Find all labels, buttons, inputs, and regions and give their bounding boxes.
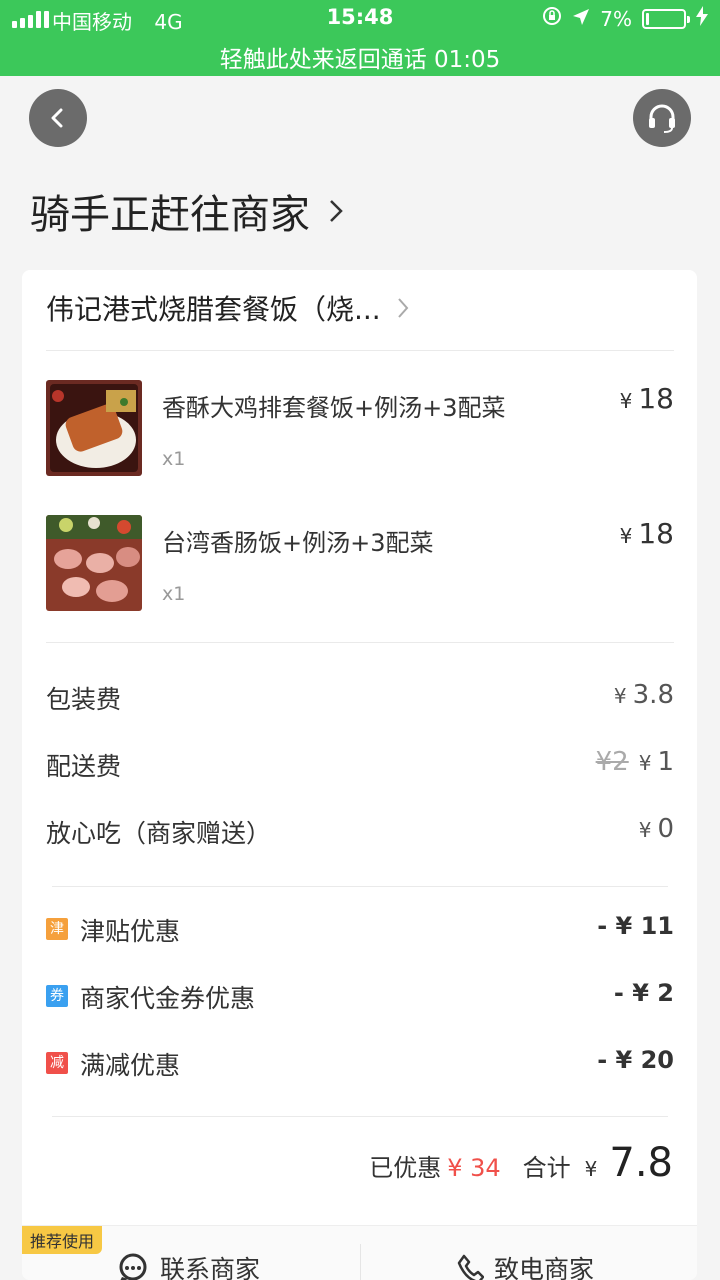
headset-icon — [649, 104, 675, 133]
fee-value: ¥0 — [638, 814, 674, 844]
divider — [52, 1116, 668, 1117]
discount-row-full-reduction: 减 满减优惠 - ¥ 20 — [46, 1046, 674, 1082]
item-price-value: 18 — [638, 517, 674, 550]
total-label: 合计 — [522, 1154, 571, 1182]
discount-row-subsidy: 津 津贴优惠 - ¥ 11 — [46, 912, 674, 948]
discount-label: 商家代金券优惠 — [80, 984, 256, 1013]
contact-merchant-button[interactable]: 联系商家 — [116, 1248, 260, 1280]
item-price: ¥18 — [620, 382, 674, 415]
currency-symbol: ¥ — [619, 524, 633, 548]
subsidy-badge: 津 — [46, 918, 68, 940]
item-name: 台湾香肠饭+例汤+3配菜 — [162, 529, 434, 557]
order-item: 香酥大鸡排套餐饭+例汤+3配菜 x1 ¥18 — [46, 380, 674, 476]
order-status-title[interactable]: 骑手正赶往商家 — [30, 182, 344, 240]
shop-link[interactable]: 伟记港式烧腊套餐饭（烧... — [46, 288, 409, 328]
chevron-right-icon — [397, 298, 409, 318]
food-image-chicken-cutlet — [46, 380, 142, 476]
battery-percent: 7% — [600, 6, 632, 31]
discount-row-voucher: 券 商家代金券优惠 - ¥ 2 — [46, 979, 674, 1015]
fee-label: 放心吃（商家赠送） — [46, 819, 272, 848]
chevron-right-icon — [330, 200, 343, 222]
discount-value: - ¥ 2 — [613, 979, 674, 1007]
contact-merchant-label: 联系商家 — [160, 1255, 261, 1280]
back-button[interactable] — [29, 89, 87, 147]
chat-icon — [119, 1253, 147, 1280]
item-price: ¥18 — [620, 517, 674, 550]
customer-service-button[interactable] — [633, 89, 691, 147]
discount-value: - ¥ 11 — [597, 912, 674, 940]
discount-value: - ¥ 20 — [597, 1046, 674, 1074]
status-bar: 中国移动 4G 15:48 7% 轻触此处来返回通话 01:05 — [0, 0, 720, 76]
discount-label: 满减优惠 — [80, 1051, 181, 1080]
fee-row-packaging: 包装费 ¥3.8 — [46, 680, 674, 716]
divider — [360, 1244, 361, 1280]
item-name: 香酥大鸡排套餐饭+例汤+3配菜 — [162, 394, 506, 422]
item-quantity: x1 — [162, 448, 186, 470]
item-quantity: x1 — [162, 583, 186, 605]
fee-value: ¥2 ¥1 — [595, 747, 674, 777]
divider — [46, 350, 674, 351]
currency-symbol: ¥ — [584, 1157, 598, 1181]
original-delivery-fee: ¥2 — [595, 747, 629, 777]
location-icon — [572, 7, 590, 31]
action-bar: 推荐使用 联系商家 致电商家 — [22, 1225, 697, 1280]
currency-symbol: ¥ — [619, 389, 633, 413]
return-to-call-banner[interactable]: 轻触此处来返回通话 01:05 — [0, 40, 720, 74]
food-image-sausage-rice — [46, 515, 142, 611]
order-status-text: 骑手正赶往商家 — [30, 192, 310, 238]
call-merchant-label: 致电商家 — [494, 1255, 595, 1280]
discount-label: 津贴优惠 — [80, 917, 181, 946]
item-price-value: 18 — [638, 382, 674, 415]
order-detail-card: 伟记港式烧腊套餐饭（烧... 香酥大鸡排套餐饭+例汤+3配菜 x1 ¥18 台湾… — [22, 270, 697, 1280]
total-amount: 7.8 — [609, 1140, 673, 1186]
recommend-tag: 推荐使用 — [22, 1226, 103, 1254]
fee-row-food-safety: 放心吃（商家赠送） ¥0 — [46, 814, 674, 850]
phone-icon — [457, 1254, 484, 1280]
saved-label: 已优惠 — [369, 1154, 442, 1182]
fee-label: 配送费 — [46, 752, 122, 781]
fee-value: ¥3.8 — [613, 680, 674, 710]
voucher-badge: 券 — [46, 985, 68, 1007]
shop-name: 伟记港式烧腊套餐饭（烧... — [46, 293, 381, 326]
divider — [52, 886, 668, 887]
order-item: 台湾香肠饭+例汤+3配菜 x1 ¥18 — [46, 515, 674, 611]
orientation-lock-icon — [542, 6, 562, 31]
call-merchant-button[interactable]: 致电商家 — [456, 1248, 594, 1280]
battery-icon — [642, 8, 690, 29]
divider — [46, 642, 674, 643]
reduction-badge: 减 — [46, 1052, 68, 1074]
saved-amount: ¥ 34 — [447, 1154, 501, 1182]
fee-row-delivery: 配送费 ¥2 ¥1 — [46, 747, 674, 783]
fee-label: 包装费 — [46, 685, 122, 714]
charging-icon — [696, 6, 708, 31]
chevron-left-icon — [51, 108, 63, 128]
order-total: 已优惠 ¥ 34 合计 ¥ 7.8 — [369, 1140, 673, 1186]
